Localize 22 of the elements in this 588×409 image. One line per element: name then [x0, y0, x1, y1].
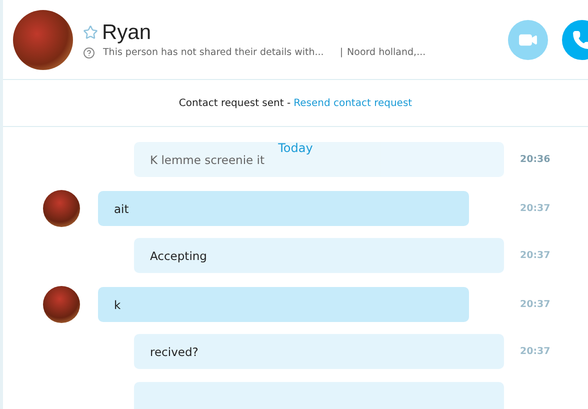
message-bubble: k [98, 287, 469, 322]
message-time: 20:37 [520, 250, 552, 261]
sender-avatar [43, 190, 80, 227]
message-time: 20:36 [520, 154, 552, 165]
contact-location: Noord holland,... [347, 47, 426, 58]
video-call-button[interactable] [508, 20, 548, 60]
notice-text: Contact request sent - [178, 98, 291, 108]
message-time: 20:37 [520, 346, 552, 357]
message-bubble: ait [98, 191, 469, 226]
resend-link[interactable]: Resend contact request [294, 98, 412, 108]
help-icon[interactable] [83, 46, 95, 58]
contact-name: Ryan [102, 20, 152, 44]
phone-icon [572, 30, 588, 50]
sender-avatar [43, 286, 80, 323]
star-icon[interactable] [83, 25, 98, 40]
message-time: 20:37 [520, 299, 552, 310]
message-time: 20:37 [520, 203, 552, 214]
contact-details: This person has not shared their details with... [103, 47, 324, 58]
message-bubble: recived? [134, 334, 504, 369]
separator: | [340, 47, 344, 58]
date-divider: Today [278, 141, 313, 155]
message-bubble: Accepting [134, 238, 504, 273]
